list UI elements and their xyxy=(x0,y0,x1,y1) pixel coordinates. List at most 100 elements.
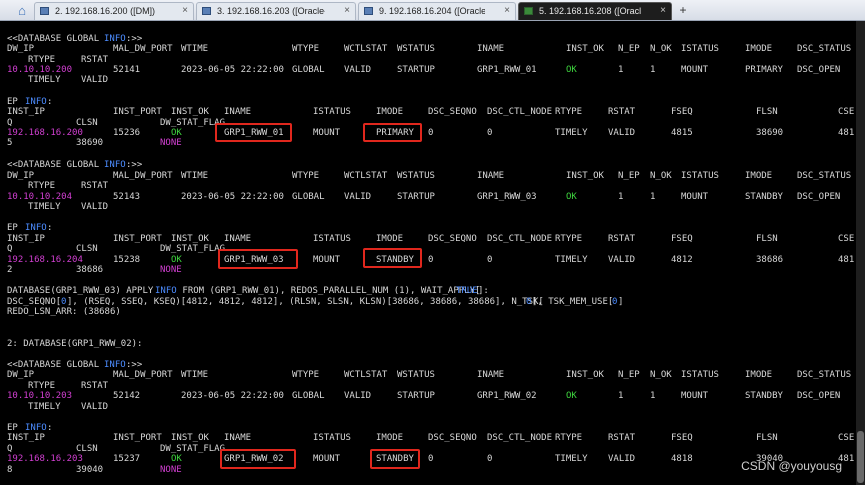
session-tab-label: 9. 192.168.16.204 ([Oracle-centos7-2c4 xyxy=(379,6,485,16)
section-header: <<DATABASE GLOBAL xyxy=(7,160,105,170)
session-tab-label: 3. 192.168.16.203 ([Oracle-centos7-2c4 xyxy=(217,6,325,16)
terminal-line: REDO_LSN_ARR: (38686) xyxy=(0,307,856,318)
column-header-row: INST_IP INST_PORT INST_OK INAME ISTATUS … xyxy=(0,433,856,444)
close-tab-icon[interactable]: × xyxy=(504,3,510,19)
session-tab-2[interactable]: 3. 192.168.16.203 ([Oracle-centos7-2c4 × xyxy=(196,2,356,20)
col-dw-stat-flag: DW_STAT_FLAG xyxy=(160,244,226,254)
clsn-value: 38686 xyxy=(76,265,104,275)
col-inst-ok: INST_OK xyxy=(566,44,604,54)
apply-info-text: ]: xyxy=(478,286,489,296)
col-iname: INAME xyxy=(477,370,505,380)
terminal-icon xyxy=(524,7,533,15)
col-wtype: WTYPE xyxy=(292,370,320,380)
col-fseq: FSEQ xyxy=(671,107,693,117)
table-row: 10.10.10.203 52142 2023-06-05 22:22:00 G… xyxy=(0,391,856,402)
col-istatus: ISTATUS xyxy=(313,433,351,443)
col-mal-dw-port: MAL_DW_PORT xyxy=(113,370,173,380)
ep-header-end: : xyxy=(47,223,53,233)
inst-ip-value: 192.168.16.203 xyxy=(7,454,83,464)
session-tab-1[interactable]: 2. 192.168.16.200 ([DM]) × xyxy=(34,2,194,20)
dw-stat-flag-value: NONE xyxy=(160,465,182,475)
csdn-watermark: CSDN @youyousg xyxy=(741,459,842,473)
col-wctlstat: WCTLSTAT xyxy=(344,370,388,380)
col-inst-ip: INST_IP xyxy=(7,433,45,443)
q-value: 8 xyxy=(7,465,13,475)
session-tab-4-active[interactable]: 5. 192.168.16.208 ([Oracle-centos7-2c × xyxy=(518,2,672,20)
col-mal-dw-port: MAL_DW_PORT xyxy=(113,44,173,54)
column-header-row: INST_IP INST_PORT INST_OK INAME ISTATUS … xyxy=(0,107,856,118)
terminal-line: 2: DATABASE(GRP1_RWW_02): xyxy=(0,339,856,350)
highlight-box xyxy=(370,449,420,469)
col-iname: INAME xyxy=(224,107,252,117)
mal-port-value: 52142 xyxy=(113,391,141,401)
table-row: 5 38690 NONE xyxy=(0,138,856,149)
col-clsn: CLSN xyxy=(76,244,98,254)
col-istatus: ISTATUS xyxy=(313,107,351,117)
column-header-row: DW_IP MAL_DW_PORT WTIME WTYPE WCTLSTAT W… xyxy=(0,370,856,381)
col-fseq: FSEQ xyxy=(671,433,693,443)
apply-info-text: FROM (GRP1_RWW_01), REDOS_PARALLEL_NUM (… xyxy=(177,286,481,296)
home-icon[interactable]: ⌂ xyxy=(14,3,30,18)
col-dsc-seqno: DSC_SEQNO xyxy=(428,107,477,117)
col-flsn: FLSN xyxy=(756,433,778,443)
col-wstatus: WSTATUS xyxy=(397,370,435,380)
dsc-ctl-node-value: 0 xyxy=(487,454,493,464)
iname-value: GRP1_RWW_02 xyxy=(477,391,537,401)
col-iname: INAME xyxy=(224,433,252,443)
col-cse: CSE xyxy=(838,433,855,443)
dw-stat-flag-value: NONE xyxy=(160,265,182,275)
q-value: 5 xyxy=(7,138,13,148)
col-wtype: WTYPE xyxy=(292,44,320,54)
dw-stat-flag-value: NONE xyxy=(160,138,182,148)
n-ep-value: 1 xyxy=(618,391,624,401)
session-tab-bar: ⌂ 2. 192.168.16.200 ([DM]) × 3. 192.168.… xyxy=(0,0,865,21)
close-tab-icon[interactable]: × xyxy=(344,3,350,19)
col-n-ep: N_EP xyxy=(618,44,640,54)
highlight-box xyxy=(363,248,422,268)
scrollbar-thumb[interactable] xyxy=(857,431,864,483)
table-row: TIMELY VALID xyxy=(0,75,856,86)
col-istatus: ISTATUS xyxy=(681,370,719,380)
new-tab-icon[interactable]: + xyxy=(676,3,690,17)
col-imode: IMODE xyxy=(376,107,404,117)
info-keyword: INFO xyxy=(155,286,177,296)
close-tab-icon[interactable]: × xyxy=(182,3,188,19)
col-dsc-ctl-node: DSC_CTL_NODE xyxy=(487,433,553,443)
dsc-seqno-value: 0 xyxy=(428,454,434,464)
terminal-line: DATABASE(GRP1_RWW_03) APPLY INFO FROM (G… xyxy=(0,286,856,297)
terminal-output[interactable]: <<DATABASE GLOBAL INFO :>> DW_IP MAL_DW_P… xyxy=(0,21,856,485)
fseq-value: 4818 xyxy=(671,454,693,464)
terminal-icon xyxy=(202,7,211,15)
table-row: TIMELY VALID xyxy=(0,402,856,413)
redo-lsn-arr: REDO_LSN_ARR: (38686) xyxy=(7,307,121,317)
imode-value: STANDBY xyxy=(745,391,783,401)
true-keyword: TRUE xyxy=(456,286,478,296)
col-dsc-seqno: DSC_SEQNO xyxy=(428,433,477,443)
column-header-row: DW_IP MAL_DW_PORT WTIME WTYPE WCTLSTAT W… xyxy=(0,44,856,55)
table-row: TIMELY VALID xyxy=(0,202,856,213)
wtype-value: GLOBAL xyxy=(292,391,325,401)
col-n-ok: N_OK xyxy=(650,44,672,54)
section-header-end: :>> xyxy=(126,160,143,170)
col-rstat: RSTAT xyxy=(608,433,636,443)
col-wstatus: WSTATUS xyxy=(397,44,435,54)
rtype-value: TIMELY xyxy=(28,402,61,412)
wstatus-value: STARTUP xyxy=(397,391,435,401)
clsn-value: 38690 xyxy=(76,138,104,148)
n-ok-value: 1 xyxy=(650,391,656,401)
col-dsc-status: DSC_STATUS xyxy=(797,370,852,380)
highlight-box xyxy=(215,123,292,142)
inst-ok-value: OK xyxy=(566,391,577,401)
table-row: 192.168.16.203 15237 OK GRP1_RWW_02 MOUN… xyxy=(0,454,856,465)
close-tab-icon[interactable]: × xyxy=(660,3,666,19)
col-n-ok: N_OK xyxy=(650,370,672,380)
col-inst-ip: INST_IP xyxy=(7,107,45,117)
col-wctlstat: WCTLSTAT xyxy=(344,44,388,54)
wtime-value: 2023-06-05 22:22:00 xyxy=(181,391,284,401)
col-dsc-ctl-node: DSC_CTL_NODE xyxy=(487,107,553,117)
vertical-scrollbar[interactable] xyxy=(856,21,865,485)
col-rstat: RSTAT xyxy=(81,181,109,191)
rtype-value: TIMELY xyxy=(28,202,61,212)
ep-header: EP xyxy=(7,223,24,233)
session-tab-3[interactable]: 9. 192.168.16.204 ([Oracle-centos7-2c4 × xyxy=(358,2,516,20)
